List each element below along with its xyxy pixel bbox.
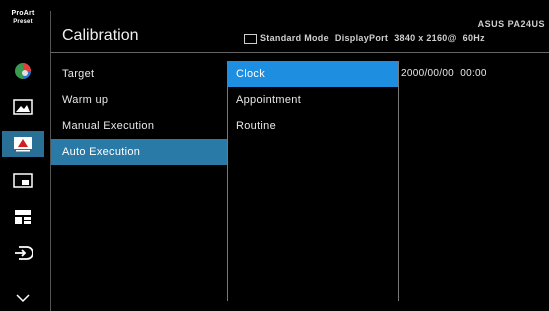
sidebar: ProArt Preset (0, 0, 46, 311)
monitor-icon (244, 34, 257, 44)
value-column: 2000/00/00 00:00 (401, 61, 549, 87)
menu-item-auto-execution[interactable]: Auto Execution (51, 139, 227, 165)
monitor-model: ASUS PA24US (477, 19, 545, 29)
title-bar: Calibration ASUS PA24US Standard Mode Di… (51, 11, 549, 53)
color-palette-icon (15, 63, 31, 79)
input-label: DisplayPort (334, 33, 389, 43)
submenu-item-clock[interactable]: Clock (228, 61, 398, 87)
qr-button[interactable] (2, 204, 44, 230)
color-palette-button[interactable] (2, 58, 44, 84)
menu-item-manual-execution[interactable]: Manual Execution (51, 113, 227, 139)
refresh-label: 60Hz (462, 33, 485, 43)
scroll-down-button[interactable] (2, 285, 44, 311)
auto-execution-submenu: Clock Appointment Routine (227, 61, 399, 301)
pip-icon (13, 173, 33, 188)
preset-label: Preset (13, 19, 33, 25)
input-select-icon (15, 246, 33, 260)
qr-icon (15, 210, 31, 224)
clock-time: 00:00 (460, 68, 487, 79)
menu-item-target[interactable]: Target (51, 61, 227, 87)
input-select-button[interactable] (2, 240, 44, 266)
page-title: Calibration (62, 27, 139, 44)
mode-label: Standard Mode (260, 33, 329, 43)
chevron-down-icon (16, 294, 30, 303)
submenu-item-routine[interactable]: Routine (228, 113, 398, 139)
calibration-button[interactable] (2, 131, 44, 157)
proart-label: ProArt (11, 10, 35, 17)
status-line: Standard Mode DisplayPort 3840 x 2160@ 6… (244, 33, 491, 44)
calibration-menu: Target Warm up Manual Execution Auto Exe… (51, 61, 227, 165)
image-button[interactable] (2, 94, 44, 120)
menu-item-warm-up[interactable]: Warm up (51, 87, 227, 113)
proart-preset-button[interactable]: ProArt Preset (4, 10, 42, 26)
image-icon (13, 99, 33, 115)
clock-date: 2000/00/00 (401, 68, 455, 79)
submenu-item-appointment[interactable]: Appointment (228, 87, 398, 113)
resolution-label: 3840 x 2160@ (394, 33, 457, 43)
pip-button[interactable] (2, 168, 44, 194)
clock-value[interactable]: 2000/00/00 00:00 (401, 61, 549, 87)
osd-main-panel: Calibration ASUS PA24US Standard Mode Di… (50, 11, 549, 311)
calibration-icon (14, 137, 32, 152)
